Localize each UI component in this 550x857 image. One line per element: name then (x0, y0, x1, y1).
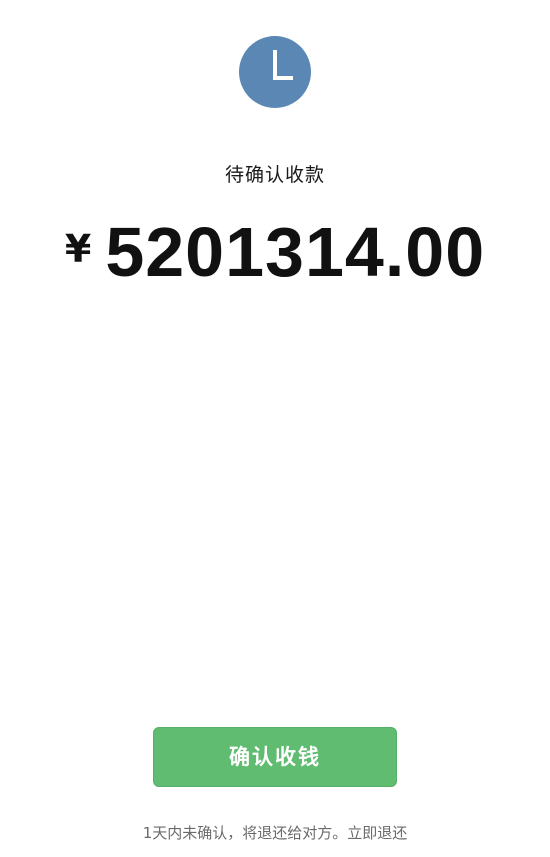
currency-symbol: ¥ (64, 227, 92, 271)
confirm-receipt-button[interactable]: 确认收钱 (153, 727, 397, 787)
status-label: 待确认收款 (224, 164, 325, 186)
footer-notice: 1天内未确认，将退还给对方。 (142, 824, 348, 842)
footer-notice-row: 1天内未确认，将退还给对方。立即退还 (0, 822, 550, 843)
amount-value: 5201314.00 (105, 213, 486, 291)
clock-icon (239, 36, 311, 108)
refund-now-link[interactable]: 立即退还 (347, 824, 407, 842)
amount-display: ¥5201314.00 (0, 212, 550, 292)
